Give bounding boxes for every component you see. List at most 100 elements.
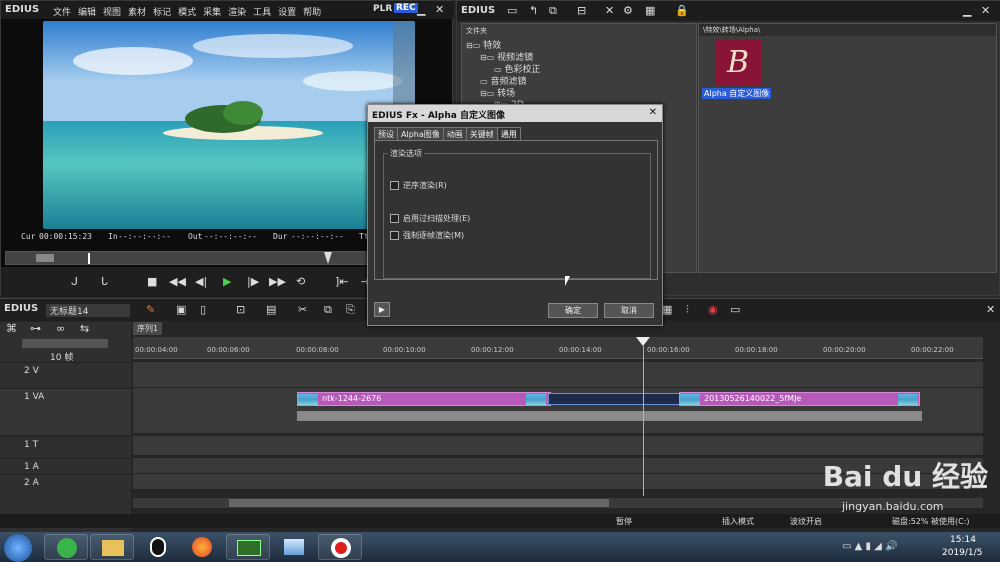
tab-general[interactable]: 通用	[496, 127, 521, 141]
transition-clip[interactable]	[548, 393, 681, 405]
group-icon[interactable]: ⊶	[30, 322, 41, 336]
track-header-1va[interactable]: 1 VA	[0, 388, 131, 434]
menu-item-5[interactable]: 模式	[178, 5, 196, 18]
step-forward-icon[interactable]: |▶	[247, 275, 259, 289]
close-icon[interactable]: ✕	[435, 3, 444, 17]
delete-icon[interactable]: ✕	[605, 4, 614, 18]
tab-animation[interactable]: 动画	[442, 127, 467, 141]
up-folder-icon[interactable]: ↰	[529, 4, 538, 18]
ok-button[interactable]: 确定	[548, 303, 598, 318]
timeline-playhead-marker[interactable]	[636, 337, 650, 346]
tab-alpha-image[interactable]: Alpha图像	[397, 127, 444, 141]
clip-2013[interactable]: 20130526140022_5fMJe	[679, 392, 920, 406]
view-icon[interactable]: ▦	[645, 4, 655, 18]
playhead-marker[interactable]	[324, 252, 332, 264]
menu-item-4[interactable]: 标记	[153, 5, 171, 18]
menu-item-7[interactable]: 渲染	[228, 5, 246, 18]
edit-icon[interactable]: ⊟	[577, 4, 586, 18]
play-icon[interactable]: ▶	[223, 275, 231, 289]
zoom-slider[interactable]	[22, 339, 108, 348]
effect-icon[interactable]: ✎	[146, 303, 155, 317]
tab-preset[interactable]: 预设	[374, 127, 398, 141]
set-out-icon[interactable]: ᒐ	[101, 275, 108, 289]
start-button[interactable]	[4, 534, 32, 562]
plr-button[interactable]: PLR	[373, 4, 392, 14]
mixer-icon[interactable]: ⫶	[686, 303, 689, 317]
time-ruler[interactable]: 00:00:04:00 00:00:06:00 00:00:08:00 00:0…	[133, 337, 983, 359]
save-icon[interactable]: ▤	[266, 303, 276, 317]
ripple-icon[interactable]: ∞	[56, 322, 65, 336]
paste-icon[interactable]: ⎘	[346, 303, 355, 317]
sequence-tab[interactable]: 序列1	[133, 322, 163, 335]
open-icon[interactable]: ⊡	[236, 303, 245, 317]
stop-icon[interactable]: ■	[147, 275, 157, 289]
tree-item-transitions[interactable]: ⊟▭ 转场	[466, 86, 540, 99]
sync-icon[interactable]: ⇆	[80, 322, 89, 336]
audio-waveform-bar[interactable]	[297, 411, 922, 421]
dialog-titlebar[interactable]: EDIUS Fx - Alpha 自定义图像 ✕	[368, 105, 662, 122]
cut-icon[interactable]: ✂	[298, 303, 307, 317]
fast-forward-icon[interactable]: ▶▶	[269, 275, 286, 289]
project-name[interactable]: 无标题14	[46, 304, 130, 317]
track-1t[interactable]	[133, 436, 983, 456]
menu-item-1[interactable]: 编辑	[78, 5, 96, 18]
clock-date[interactable]: 2019/1/5	[942, 548, 982, 558]
scrub-handle[interactable]	[88, 253, 90, 264]
bin-close-icon[interactable]: ✕	[981, 4, 990, 18]
step-back-icon[interactable]: ◀|	[195, 275, 207, 289]
render-icon[interactable]: ▦	[662, 303, 672, 317]
bin-minimize-icon[interactable]: ▁	[963, 4, 971, 18]
taskbar-app-1[interactable]	[44, 534, 88, 560]
timeline-close-icon[interactable]: ✕	[986, 303, 995, 317]
lock-icon[interactable]: 🔒	[675, 4, 689, 18]
status-ripple[interactable]: 波纹开启	[790, 516, 822, 527]
taskbar-qq[interactable]	[136, 534, 180, 560]
tree-item-color-correction[interactable]: ▭ 色彩校正	[466, 62, 540, 75]
tree-item-audio-filters[interactable]: ▭ 音频滤镜	[466, 74, 540, 87]
menu-item-9[interactable]: 设置	[278, 5, 296, 18]
taskbar-recorder[interactable]	[318, 534, 362, 560]
add-clip-icon[interactable]: ⧉	[549, 4, 557, 18]
clip-ntk[interactable]: ntk-1244-2676	[297, 392, 551, 406]
tree-item-effects[interactable]: ⊟▭ 特效	[466, 38, 540, 51]
dialog-play-button[interactable]: ▶	[374, 302, 390, 317]
dialog-close-icon[interactable]: ✕	[649, 107, 657, 118]
menu-item-6[interactable]: 采集	[203, 5, 221, 18]
menu-item-2[interactable]: 视图	[103, 5, 121, 18]
taskbar-firefox[interactable]	[180, 534, 224, 560]
option-overscan[interactable]: 启用过扫描处理(E)	[390, 213, 470, 224]
track-header-1t[interactable]: 1 T	[0, 436, 131, 456]
frame-render-checkbox[interactable]	[390, 231, 399, 240]
track-header-1a[interactable]: 1 A	[0, 458, 131, 474]
insert-icon[interactable]: ]⇤	[335, 275, 349, 289]
menu-item-10[interactable]: 帮助	[303, 5, 321, 18]
menu-item-8[interactable]: 工具	[253, 5, 271, 18]
layout-icon[interactable]: ▭	[730, 303, 740, 317]
scrub-shuttle[interactable]	[36, 254, 54, 262]
alpha-item-thumbnail[interactable]: B	[715, 40, 761, 86]
minimize-icon[interactable]: ▁	[417, 3, 425, 17]
capture-icon[interactable]: ▣	[176, 303, 186, 317]
rewind-icon[interactable]: ◀◀	[169, 275, 186, 289]
track-header-2v[interactable]: 2 V	[0, 362, 131, 388]
loop-icon[interactable]: ⟲	[296, 275, 305, 289]
scrollbar-thumb[interactable]	[229, 499, 609, 507]
status-insert-mode[interactable]: 插入模式	[722, 516, 754, 527]
new-icon[interactable]: ▯	[200, 303, 206, 317]
menu-item-0[interactable]: 文件	[53, 5, 71, 18]
tray-icons[interactable]: ▭ ▲ ▮ ◢ 🔊	[842, 541, 898, 552]
set-in-icon[interactable]: ᒍ	[71, 275, 78, 289]
alpha-item-label[interactable]: Alpha 自定义图像	[702, 88, 772, 99]
track-1va[interactable]: ntk-1244-2676 20130526140022_5fMJe	[133, 388, 983, 434]
overscan-checkbox[interactable]	[390, 214, 399, 223]
taskbar-edius[interactable]	[226, 534, 270, 560]
option-frame-render[interactable]: 强制逐帧渲染(M)	[390, 230, 464, 241]
taskbar-app-6[interactable]	[272, 534, 316, 560]
properties-icon[interactable]: ⚙	[623, 4, 633, 18]
menu-item-3[interactable]: 素材	[128, 5, 146, 18]
track-2v[interactable]	[133, 362, 983, 388]
option-reverse-render[interactable]: 逆序渲染(R)	[390, 180, 447, 191]
record-meter-icon[interactable]: ◉	[708, 303, 718, 317]
tab-keyframe[interactable]: 关键帧	[465, 127, 498, 141]
copy-icon[interactable]: ⧉	[324, 303, 332, 317]
